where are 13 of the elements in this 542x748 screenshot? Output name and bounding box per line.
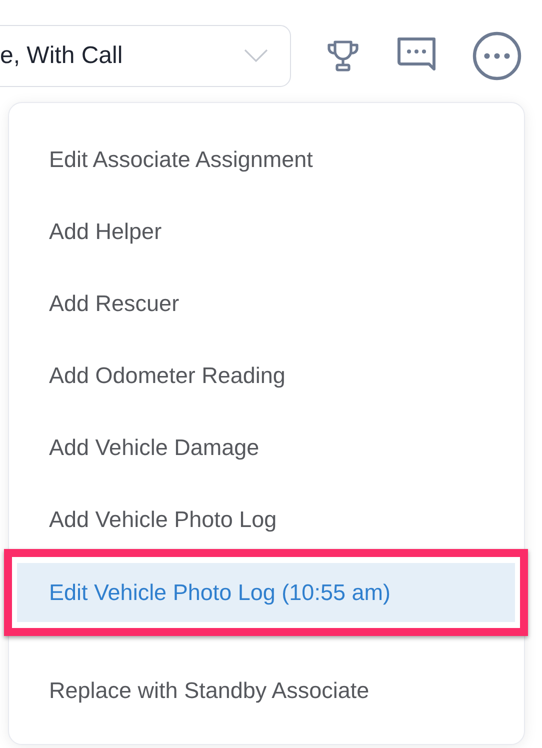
menu-item[interactable]: Replace with Standby Associate <box>9 655 524 727</box>
menu-item[interactable]: Add Rescuer <box>9 268 524 340</box>
trophy-icon[interactable] <box>326 39 360 73</box>
more-icon[interactable] <box>472 31 522 81</box>
menu-item[interactable]: Edit Associate Assignment <box>9 124 524 196</box>
status-select[interactable]: e, With Call <box>0 25 291 87</box>
menu-item[interactable]: Add Helper <box>9 196 524 268</box>
menu-item[interactable]: Add Vehicle Damage <box>9 412 524 484</box>
menu-item[interactable]: Add Vehicle Photo Log <box>9 484 524 556</box>
menu-item[interactable]: Add Odometer Reading <box>9 340 524 412</box>
menu-item[interactable]: Edit Vehicle Photo Log (10:55 am) <box>17 563 515 622</box>
select-value: e, With Call <box>0 42 123 70</box>
caret-icon <box>244 49 268 63</box>
